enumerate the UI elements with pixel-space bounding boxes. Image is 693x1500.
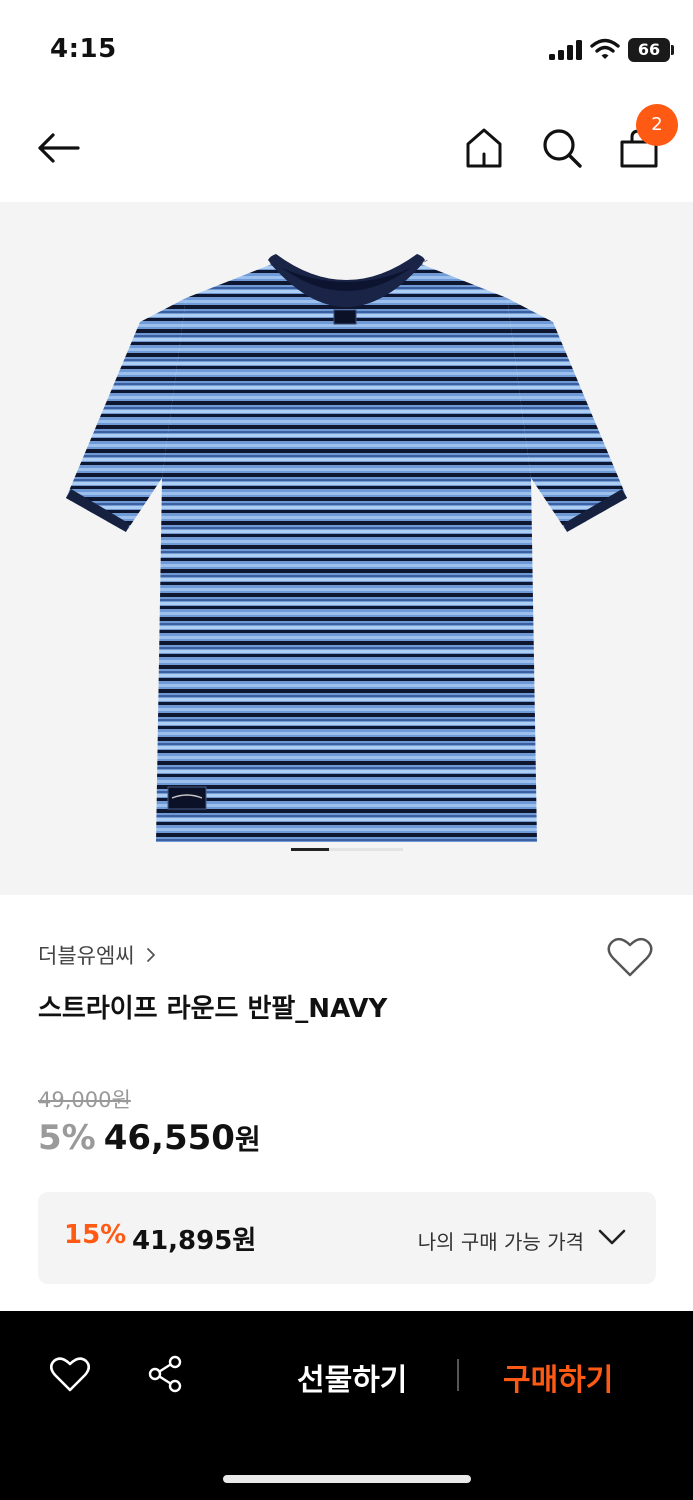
- product-image-carousel[interactable]: [0, 202, 693, 895]
- sale-price-unit: 원: [234, 1123, 261, 1156]
- original-price: 49,000원: [38, 1088, 131, 1112]
- sale-price: 46,550: [103, 1118, 235, 1158]
- status-time: 4:15: [50, 34, 117, 64]
- my-price-value: 41,895원: [132, 1226, 257, 1256]
- bottom-action-bar: 선물하기 구매하기: [0, 1311, 693, 1500]
- buy-button[interactable]: 구매하기: [503, 1355, 613, 1399]
- my-price-label: 나의 구매 가능 가격: [417, 1230, 584, 1254]
- discount-rate: 5%: [38, 1118, 96, 1158]
- bar-divider: [457, 1359, 459, 1391]
- chevron-down-icon: [598, 1229, 626, 1245]
- gift-button[interactable]: 선물하기: [297, 1355, 407, 1399]
- battery-icon: 66: [628, 38, 670, 62]
- brand-link[interactable]: 더블유엠씨: [38, 940, 157, 970]
- image-pager: [291, 848, 403, 851]
- top-navigation: [0, 100, 693, 202]
- signal-icon: [549, 40, 582, 60]
- price-row: 5% 46,550 원: [38, 1118, 261, 1158]
- wishlist-heart-icon[interactable]: [607, 936, 653, 978]
- product-name: 스트라이프 라운드 반팔_NAVY: [38, 994, 388, 1024]
- image-pager-active: [291, 848, 329, 851]
- home-indicator: [223, 1475, 471, 1483]
- my-discount-rate: 15%: [64, 1220, 127, 1250]
- status-bar: 4:15 66: [0, 0, 693, 100]
- battery-tip: [671, 45, 674, 55]
- striped-tshirt-image: [66, 254, 627, 842]
- home-icon[interactable]: [464, 126, 504, 170]
- brand-name: 더블유엠씨: [38, 944, 135, 968]
- share-icon[interactable]: [146, 1355, 184, 1393]
- cart-count-badge: 2: [636, 104, 678, 146]
- my-price-dropdown[interactable]: 15% 41,895원 나의 구매 가능 가격: [38, 1192, 656, 1284]
- search-icon[interactable]: [540, 126, 584, 170]
- wifi-icon: [590, 38, 620, 59]
- heart-icon[interactable]: [50, 1357, 90, 1393]
- chevron-right-icon: [146, 948, 155, 962]
- back-arrow-icon[interactable]: [36, 128, 82, 168]
